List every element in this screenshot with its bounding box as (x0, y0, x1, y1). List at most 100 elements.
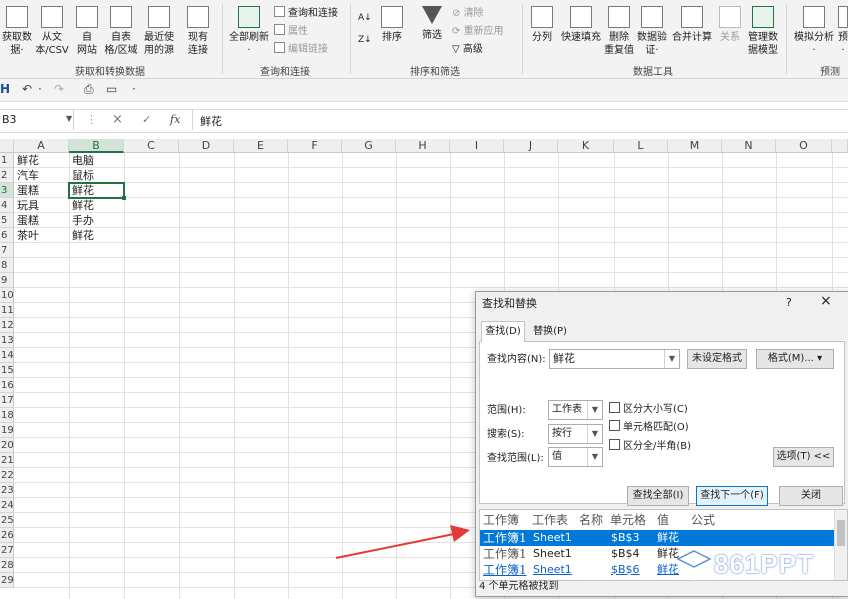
cell-b1[interactable]: 电脑 (69, 153, 94, 168)
undo-icon[interactable]: ↶ (22, 82, 32, 96)
row-header[interactable]: 20 (0, 438, 14, 453)
row-header[interactable]: 13 (0, 333, 14, 348)
row-header[interactable]: 15 (0, 363, 14, 378)
edit-links-button[interactable]: 编辑链接 (274, 42, 328, 58)
column-header-o[interactable]: O (776, 139, 832, 153)
row-header[interactable]: 7 (0, 243, 14, 258)
close-button[interactable]: 关闭 (779, 486, 843, 506)
properties-button[interactable]: 属性 (274, 24, 308, 40)
name-box[interactable]: B3 (0, 110, 74, 130)
sort-button[interactable]: 排序 (378, 6, 406, 44)
column-header-g[interactable]: G (342, 139, 396, 153)
row-header[interactable]: 28 (0, 558, 14, 573)
redo-icon[interactable]: ↷ (54, 82, 64, 96)
get-data-button[interactable]: 获取数 据· (1, 6, 33, 57)
reapply-button[interactable]: ⟳ 重新应用 (452, 24, 504, 40)
cell-a3[interactable]: 蛋糕 (14, 183, 39, 198)
cell-a6[interactable]: 茶叶 (14, 228, 39, 243)
what-if-analysis-button[interactable]: 模拟分析 · (792, 6, 836, 57)
column-header-d[interactable]: D (179, 139, 234, 153)
row-header[interactable]: 22 (0, 468, 14, 483)
find-all-button[interactable]: 查找全部(I) (627, 486, 689, 506)
name-box-dropdown-icon[interactable]: ▼ (66, 114, 72, 123)
column-header-f[interactable]: F (288, 139, 342, 153)
column-header-a[interactable]: A (14, 139, 69, 153)
from-web-button[interactable]: 自网站 (74, 6, 100, 57)
sort-desc-icon[interactable]: Z↓ (358, 32, 372, 48)
find-history-dropdown-icon[interactable]: ▼ (664, 350, 679, 368)
column-header-p[interactable] (832, 139, 848, 153)
column-header-n[interactable]: N (722, 139, 776, 153)
column-header-l[interactable]: L (614, 139, 668, 153)
enter-icon[interactable]: ✓ (142, 113, 151, 126)
screen-icon[interactable]: ▭ (106, 82, 117, 96)
undo-dropdown-icon[interactable]: · (38, 82, 42, 96)
format-button[interactable]: 格式(M)... ▾ (756, 349, 834, 369)
find-next-button[interactable]: 查找下一个(F) (696, 486, 768, 506)
cell-b6[interactable]: 鲜花 (69, 228, 94, 243)
fill-handle[interactable] (122, 196, 126, 200)
select-all-corner[interactable] (0, 139, 14, 153)
cancel-icon[interactable]: × (112, 112, 123, 127)
row-header[interactable]: 16 (0, 378, 14, 393)
row-header[interactable]: 10 (0, 288, 14, 303)
tab-find[interactable]: 查找(D) (481, 321, 525, 342)
existing-connections-button[interactable]: 现有 连接 (184, 6, 212, 57)
cell-a5[interactable]: 蛋糕 (14, 213, 39, 228)
col-header-value[interactable]: 值 (657, 511, 669, 528)
col-header-book[interactable]: 工作簿 (483, 511, 519, 528)
scrollbar-thumb[interactable] (837, 520, 845, 546)
row-header[interactable]: 19 (0, 423, 14, 438)
col-header-formula[interactable]: 公式 (691, 511, 715, 528)
col-header-sheet[interactable]: 工作表 (532, 511, 568, 528)
column-header-m[interactable]: M (668, 139, 722, 153)
row-header[interactable]: 1 (0, 153, 14, 168)
flash-fill-button[interactable]: 快速填充 (560, 6, 602, 44)
from-table-button[interactable]: 自表 格/区域 (104, 6, 138, 57)
data-validation-button[interactable]: 数据验 证· (636, 6, 668, 57)
from-text-button[interactable]: 从文 本/CSV (34, 6, 70, 57)
row-header[interactable]: 23 (0, 483, 14, 498)
column-header-e[interactable]: E (234, 139, 288, 153)
text-to-columns-button[interactable]: 分列 (528, 6, 556, 44)
find-what-input[interactable]: 鲜花 ▼ (549, 349, 680, 369)
column-header-i[interactable]: I (450, 139, 504, 153)
insert-function-icon[interactable]: fx (170, 113, 180, 126)
match-entire-cell-checkbox[interactable]: 单元格匹配(O) (609, 420, 689, 435)
close-icon[interactable]: × (820, 294, 832, 308)
sort-asc-icon[interactable]: A↓ (358, 10, 372, 26)
look-in-select[interactable]: 值 ▼ (548, 447, 603, 467)
tab-replace[interactable]: 替换(P) (528, 323, 572, 341)
row-header[interactable]: 14 (0, 348, 14, 363)
row-header[interactable]: 4 (0, 198, 14, 213)
row-header[interactable]: 25 (0, 513, 14, 528)
cell-a1[interactable]: 鲜花 (14, 153, 39, 168)
row-header[interactable]: 3 (0, 183, 14, 198)
queries-connections-button[interactable]: 查询和连接 (274, 6, 338, 22)
scope-select[interactable]: 工作表 ▼ (548, 400, 603, 420)
row-header[interactable]: 11 (0, 303, 14, 318)
row-header[interactable]: 9 (0, 273, 14, 288)
column-header-b[interactable]: B (69, 139, 124, 153)
row-header[interactable]: 29 (0, 573, 14, 588)
row-header[interactable]: 12 (0, 318, 14, 333)
cell-a4[interactable]: 玩具 (14, 198, 39, 213)
cell-b2[interactable]: 鼠标 (69, 168, 94, 183)
result-row[interactable]: 工作簿1 Sheet1 $B$3 鲜花 (480, 530, 835, 546)
column-header-c[interactable]: C (124, 139, 179, 153)
help-icon[interactable]: ? (786, 296, 792, 310)
options-button[interactable]: 选项(T) << (773, 447, 834, 467)
row-header[interactable]: 18 (0, 408, 14, 423)
row-header[interactable]: 2 (0, 168, 14, 183)
column-header-h[interactable]: H (396, 139, 450, 153)
filter-button[interactable]: 筛选 (418, 6, 446, 42)
column-header-j[interactable]: J (504, 139, 558, 153)
print-preview-icon[interactable]: ⎙ (84, 82, 94, 97)
results-scrollbar[interactable] (834, 510, 847, 580)
match-byte-checkbox[interactable]: 区分全/半角(B) (609, 439, 691, 454)
cell-b5[interactable]: 手办 (69, 213, 94, 228)
active-cell-b3[interactable] (68, 182, 125, 199)
manage-data-model-button[interactable]: 管理数 据模型 (746, 6, 780, 57)
clear-filter-button[interactable]: ⊘ 清除 (452, 6, 484, 22)
row-header[interactable]: 8 (0, 258, 14, 273)
